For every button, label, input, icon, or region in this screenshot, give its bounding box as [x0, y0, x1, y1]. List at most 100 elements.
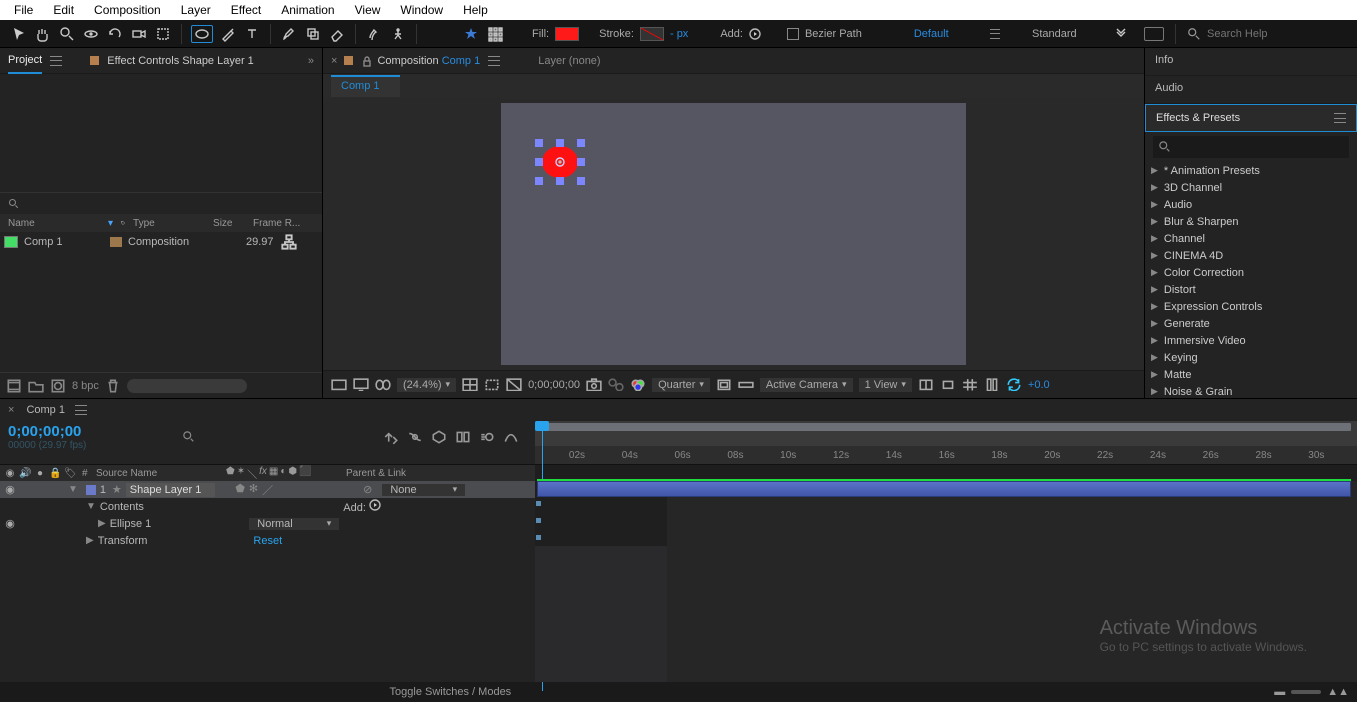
composition-tab[interactable]: Composition Comp 1 [377, 55, 480, 67]
guides-icon[interactable] [918, 378, 934, 392]
project-item[interactable]: Comp 1 Composition 29.97 [0, 232, 322, 252]
stroke-px[interactable]: - px [670, 28, 688, 40]
menu-window[interactable]: Window [390, 1, 453, 19]
snapshot-icon[interactable] [586, 378, 602, 392]
zoom-slider[interactable] [1291, 690, 1321, 694]
new-comp-icon[interactable] [50, 379, 66, 393]
toggle-switches-label[interactable]: Toggle Switches / Modes [390, 686, 512, 698]
roto-tool-icon[interactable] [365, 25, 383, 43]
fx-item[interactable]: ▶Immersive Video [1145, 332, 1357, 349]
camera-tool-icon[interactable] [130, 25, 148, 43]
audio-panel[interactable]: Audio [1145, 76, 1357, 104]
camera-dropdown[interactable]: Active Camera ▾ [760, 378, 853, 392]
zoom-dropdown[interactable]: (24.4%) ▾ [397, 378, 456, 392]
zoom-in-icon[interactable]: ▲▲ [1327, 686, 1349, 698]
zoom-out-icon[interactable]: ▬ [1274, 686, 1285, 698]
layer-none-tab[interactable]: Layer (none) [538, 55, 600, 67]
flowchart-icon[interactable] [280, 233, 298, 251]
menu-edit[interactable]: Edit [43, 1, 84, 19]
menu-file[interactable]: File [4, 1, 43, 19]
exposure-value[interactable]: +0.0 [1028, 379, 1050, 391]
fill-swatch[interactable] [555, 27, 579, 41]
pen-tool-icon[interactable] [219, 25, 237, 43]
trash-icon[interactable] [105, 379, 121, 393]
text-tool-icon[interactable] [243, 25, 261, 43]
layer-name[interactable]: Shape Layer 1 [126, 483, 216, 497]
layer-label-color[interactable] [86, 485, 96, 495]
motion-blur-icon[interactable] [479, 429, 495, 445]
channel-icon[interactable] [630, 378, 646, 392]
fx-item[interactable]: ▶Generate [1145, 315, 1357, 332]
frame-blend-icon[interactable] [455, 429, 471, 445]
vr-icon[interactable] [375, 378, 391, 392]
view-dropdown[interactable]: 1 View ▾ [859, 378, 912, 392]
menu-help[interactable]: Help [453, 1, 498, 19]
draft3d-icon[interactable] [431, 429, 447, 445]
ellipse-row[interactable]: ◉ ▶ Ellipse 1 Normal▾ [0, 515, 535, 532]
project-tab-menu-icon[interactable] [50, 56, 62, 66]
snapping-icon[interactable] [486, 25, 504, 43]
quality-dropdown[interactable]: Quarter ▾ [652, 378, 710, 392]
blend-mode-dropdown[interactable]: Normal▾ [249, 518, 339, 530]
fx-item[interactable]: ▶3D Channel [1145, 179, 1357, 196]
search-help[interactable] [1187, 27, 1347, 41]
grid-icon[interactable] [962, 378, 978, 392]
property-marker[interactable] [536, 518, 541, 523]
fx-search[interactable] [1153, 136, 1349, 158]
roi-icon[interactable] [484, 378, 500, 392]
layer-duration-bar[interactable] [537, 481, 1351, 497]
search-help-input[interactable] [1207, 28, 1347, 40]
property-marker[interactable] [536, 535, 541, 540]
reset-link[interactable]: Reset [253, 535, 282, 547]
interpret-icon[interactable] [6, 379, 22, 393]
hand-tool-icon[interactable] [34, 25, 52, 43]
time-ruler[interactable]: 02s04s06s 08s10s12s 14s16s18s 20s22s24s … [535, 446, 1357, 464]
folder-icon[interactable] [28, 379, 44, 393]
transform-row[interactable]: ▶ Transform Reset [0, 532, 535, 549]
current-time[interactable]: 0;00;00;00 [528, 379, 580, 391]
anchor-point-icon[interactable] [555, 157, 565, 167]
fx-item[interactable]: ▶Distort [1145, 281, 1357, 298]
show-snapshot-icon[interactable] [608, 378, 624, 392]
workspace-button[interactable]: Default [908, 28, 955, 40]
col-name[interactable]: Name [4, 218, 104, 229]
fx-item[interactable]: ▶Noise & Grain [1145, 383, 1357, 398]
timeline-menu-icon[interactable] [75, 405, 87, 415]
col-type[interactable]: Type [129, 218, 209, 229]
project-search[interactable] [0, 192, 322, 214]
effect-controls-tab[interactable]: Effect Controls Shape Layer 1 [107, 55, 254, 67]
graph-editor-icon[interactable] [503, 429, 519, 445]
pan-behind-tool-icon[interactable] [154, 25, 172, 43]
playhead[interactable] [537, 421, 547, 465]
fx-item[interactable]: ▶Color Correction [1145, 264, 1357, 281]
overflow-icon[interactable] [1112, 25, 1130, 43]
fx-item[interactable]: ▶Channel [1145, 230, 1357, 247]
effects-presets-panel[interactable]: Effects & Presets [1145, 104, 1357, 132]
composition-canvas[interactable] [501, 103, 966, 365]
comp-tab-item[interactable]: Comp 1 [331, 75, 400, 97]
timeline-tracks[interactable] [535, 481, 1357, 682]
comp-mini-icon[interactable] [383, 429, 399, 445]
layer-row[interactable]: ◉ ▼ 1 ★ Shape Layer 1 ⬟✻／ ⊘ None ▾ [0, 481, 535, 498]
tag-icon[interactable] [117, 214, 129, 232]
fx-item[interactable]: ▶Keying [1145, 349, 1357, 366]
current-time-display[interactable]: 0;00;00;00 [8, 423, 86, 440]
mask-icon[interactable] [940, 378, 956, 392]
menu-layer[interactable]: Layer [171, 1, 221, 19]
fast-preview-icon[interactable] [716, 378, 732, 392]
star-icon[interactable] [462, 25, 480, 43]
fx-item[interactable]: ▶Expression Controls [1145, 298, 1357, 315]
menu-animation[interactable]: Animation [271, 1, 344, 19]
shy-icon[interactable] [407, 429, 423, 445]
col-frame[interactable]: Frame R... [249, 218, 304, 229]
refresh-icon[interactable] [1006, 378, 1022, 392]
orbit-tool-icon[interactable] [82, 25, 100, 43]
info-panel[interactable]: Info [1145, 48, 1357, 76]
property-marker[interactable] [536, 501, 541, 506]
timeline-search[interactable] [175, 426, 295, 448]
composition-viewer[interactable] [323, 98, 1144, 370]
add-menu-icon[interactable] [749, 28, 761, 40]
puppet-tool-icon[interactable] [389, 25, 407, 43]
bezier-checkbox[interactable] [787, 28, 799, 40]
lock-icon[interactable] [361, 52, 373, 70]
